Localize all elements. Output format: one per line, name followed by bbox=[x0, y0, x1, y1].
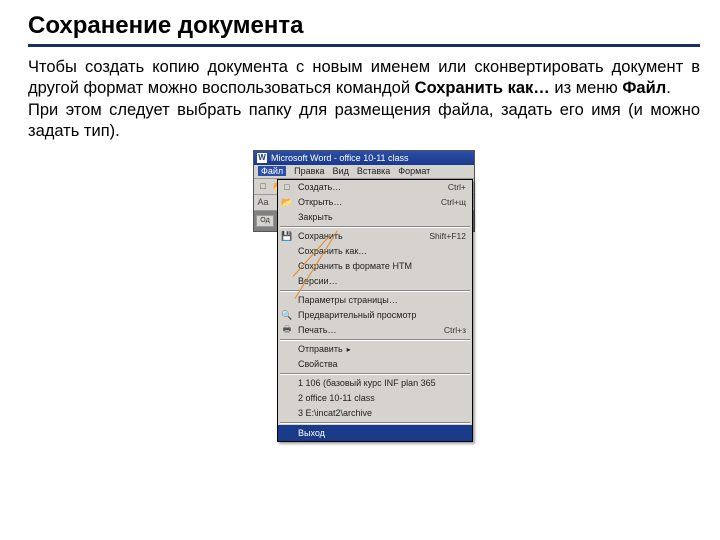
menu-item-icon bbox=[280, 260, 294, 273]
menu-item-label: 3 E:\incat2\archive bbox=[298, 408, 460, 418]
menu-item-label: 1 106 (базовый курс INF plan 365 bbox=[298, 378, 460, 388]
menu-item-icon bbox=[280, 245, 294, 258]
menu-item-2[interactable]: Закрыть bbox=[278, 210, 472, 225]
menu-item-1[interactable]: 📂 Открыть… Ctrl+щ bbox=[278, 195, 472, 210]
word-title-text: Microsoft Word - office 10-11 class bbox=[271, 153, 409, 163]
menu-item-icon bbox=[280, 358, 294, 371]
menu-view[interactable]: Вид bbox=[333, 166, 349, 176]
menu-item-label: Сохранить в формате HTM bbox=[298, 261, 460, 271]
menu-item-shortcut: Shift+F12 bbox=[429, 231, 466, 241]
menu-item-label: Печать… bbox=[298, 325, 438, 335]
menu-item-icon: □ bbox=[280, 181, 294, 194]
menu-item-icon: 📂 bbox=[280, 196, 294, 209]
menu-item-icon: 🖶 bbox=[280, 324, 294, 337]
menu-separator bbox=[280, 290, 470, 292]
menu-item-label: Версии… bbox=[298, 276, 460, 286]
p1-bold-saveas: Сохранить как… bbox=[415, 79, 550, 97]
menu-item-icon bbox=[280, 392, 294, 405]
menu-item-icon bbox=[280, 294, 294, 307]
menu-item-icon bbox=[280, 275, 294, 288]
menu-item-icon bbox=[280, 407, 294, 420]
menu-item-shortcut: Ctrl+щ bbox=[441, 197, 466, 207]
tool-new-icon[interactable]: □ bbox=[256, 179, 270, 193]
menu-item-18[interactable]: 3 E:\incat2\archive bbox=[278, 406, 472, 421]
menu-item-icon bbox=[280, 211, 294, 224]
menu-item-14[interactable]: Свойства bbox=[278, 357, 472, 372]
menu-insert[interactable]: Вставка bbox=[357, 166, 390, 176]
menu-item-4[interactable]: 💾 Сохранить Shift+F12 bbox=[278, 229, 472, 244]
word-titlebar: W Microsoft Word - office 10-11 class bbox=[254, 151, 474, 165]
p1-text-c: из меню bbox=[550, 79, 623, 97]
menu-item-icon bbox=[280, 377, 294, 390]
menu-item-icon: 🔍 bbox=[280, 309, 294, 322]
paragraph-1: Чтобы создать копию документа с новым им… bbox=[28, 57, 700, 98]
menu-item-shortcut: Ctrl+з bbox=[444, 325, 466, 335]
menu-item-icon bbox=[280, 426, 294, 439]
menu-item-17[interactable]: 2 office 10-11 class bbox=[278, 391, 472, 406]
menu-item-16[interactable]: 1 106 (базовый курс INF plan 365 bbox=[278, 376, 472, 391]
menu-item-label: Создать… bbox=[298, 182, 442, 192]
menu-item-0[interactable]: □ Создать… Ctrl+ bbox=[278, 180, 472, 195]
menu-item-shortcut: Ctrl+ bbox=[448, 182, 466, 192]
word-window: W Microsoft Word - office 10-11 class Фа… bbox=[253, 150, 475, 232]
slide-title: Сохранение документа bbox=[28, 12, 700, 47]
menu-item-label: 2 office 10-11 class bbox=[298, 393, 460, 403]
menu-file[interactable]: Файл bbox=[258, 166, 286, 176]
menu-item-label: Свойства bbox=[298, 359, 460, 369]
menu-edit[interactable]: Правка bbox=[294, 166, 324, 176]
menu-separator bbox=[280, 339, 470, 341]
menu-item-9[interactable]: Параметры страницы… bbox=[278, 293, 472, 308]
paragraph-2: При этом следует выбрать папку для разме… bbox=[28, 100, 700, 141]
menu-item-label: Закрыть bbox=[298, 212, 460, 222]
menu-item-label: Открыть… bbox=[298, 197, 435, 207]
menu-item-label: Предварительный просмотр bbox=[298, 310, 460, 320]
file-menu-dropdown: □Создать…Ctrl+📂Открыть…Ctrl+щЗакрыть💾Сох… bbox=[277, 179, 473, 442]
menu-separator bbox=[280, 422, 470, 424]
menu-item-label: Параметры страницы… bbox=[298, 295, 460, 305]
menu-separator bbox=[280, 373, 470, 375]
tool-style-icon[interactable]: Aa bbox=[256, 195, 270, 209]
menu-item-label: Выход bbox=[298, 428, 460, 438]
menu-separator bbox=[280, 226, 470, 228]
word-app-icon: W bbox=[257, 153, 267, 163]
menu-format[interactable]: Формат bbox=[398, 166, 430, 176]
menu-item-5[interactable]: Сохранить как… bbox=[278, 244, 472, 259]
p1-bold-file: Файл bbox=[622, 79, 666, 97]
menu-item-10[interactable]: 🔍 Предварительный просмотр bbox=[278, 308, 472, 323]
word-doc-tab: Од bbox=[256, 215, 274, 227]
p1-text-e: . bbox=[666, 79, 671, 97]
menu-item-icon bbox=[280, 343, 294, 356]
menu-item-label: Отправить bbox=[298, 344, 460, 354]
menu-item-20[interactable]: Выход bbox=[278, 425, 472, 441]
menu-item-13[interactable]: Отправить bbox=[278, 342, 472, 357]
word-menubar: Файл Правка Вид Вставка Формат bbox=[254, 165, 474, 179]
menu-item-11[interactable]: 🖶 Печать… Ctrl+з bbox=[278, 323, 472, 338]
menu-item-icon: 💾 bbox=[280, 230, 294, 243]
menu-item-label: Сохранить bbox=[298, 231, 423, 241]
